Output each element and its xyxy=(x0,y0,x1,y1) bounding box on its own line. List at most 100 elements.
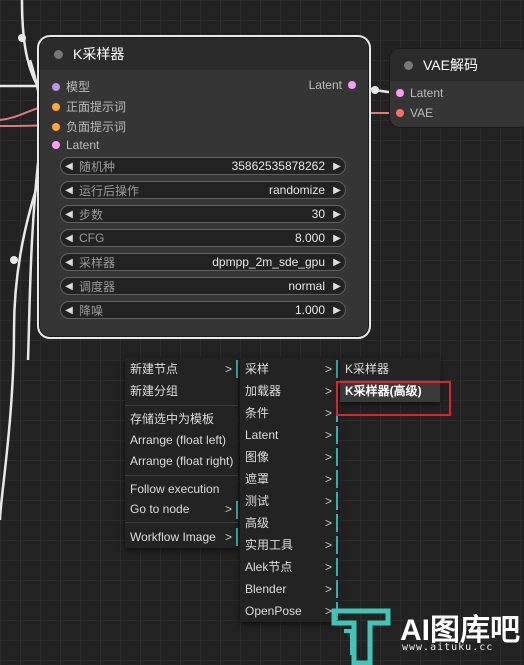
widget-steps[interactable]: ◀ 步数 30 ▶ xyxy=(60,205,346,223)
chevron-right-icon: > xyxy=(224,362,232,376)
menu-item-conditioning[interactable]: 条件 > xyxy=(240,402,338,424)
increment-arrow-icon[interactable]: ▶ xyxy=(329,209,345,220)
widget-value[interactable]: 30 xyxy=(312,207,329,221)
menu-item-utils[interactable]: 实用工具 > xyxy=(240,534,338,556)
input-slot-positive[interactable]: 正面提示词 xyxy=(52,98,126,115)
menu-item-save-as-template[interactable]: 存储选中为模板 xyxy=(125,409,238,430)
chevron-right-icon: > xyxy=(224,502,232,516)
menu-item-label: 测试 xyxy=(245,494,270,508)
input-slot-vae[interactable]: VAE xyxy=(396,106,433,120)
widget-scheduler[interactable]: ◀ 调度器 normal ▶ xyxy=(60,277,346,295)
input-slot-model[interactable]: 模型 xyxy=(52,78,90,95)
latent-output-dot-icon[interactable] xyxy=(348,81,356,89)
menu-item-label: Arrange (float left) xyxy=(130,433,227,447)
menu-item-arrange-right[interactable]: Arrange (float right) xyxy=(125,451,238,472)
menu-item-testing[interactable]: 测试 > xyxy=(240,490,338,512)
widget-label: CFG xyxy=(79,231,105,245)
logo-mark-icon xyxy=(331,608,391,665)
menu-item-label: 条件 xyxy=(245,406,270,420)
widget-denoise[interactable]: ◀ 降噪 1.000 ▶ xyxy=(60,301,346,319)
widget-sampler[interactable]: ◀ 采样器 dpmpp_2m_sde_gpu ▶ xyxy=(60,253,346,271)
widget-value[interactable]: 8.000 xyxy=(295,231,329,245)
menu-item-new-group[interactable]: 新建分组 xyxy=(125,380,238,402)
increment-arrow-icon[interactable]: ▶ xyxy=(329,185,345,196)
menu-item-label: 实用工具 xyxy=(245,538,294,552)
menu-item-arrange-left[interactable]: Arrange (float left) xyxy=(125,430,238,451)
model-slot-dot-icon[interactable] xyxy=(52,82,60,91)
positive-slot-dot-icon[interactable] xyxy=(52,102,60,111)
widget-value[interactable]: 1.000 xyxy=(295,303,329,317)
widget-label: 随机种 xyxy=(79,159,116,174)
chevron-right-icon: > xyxy=(324,450,332,464)
menu-item-blender[interactable]: Blender > xyxy=(240,578,338,600)
menu-divider xyxy=(125,475,238,476)
ksampler-title-bar[interactable]: K采样器 xyxy=(40,38,368,70)
decrement-arrow-icon[interactable]: ◀ xyxy=(61,281,77,292)
menu-item-workflow-image[interactable]: Workflow Image > xyxy=(125,526,238,548)
menu-item-label: Follow execution xyxy=(130,482,220,496)
menu-item-loaders[interactable]: 加载器 > xyxy=(240,380,338,402)
ksampler-title: K采样器 xyxy=(73,46,125,62)
collapse-dot-icon[interactable] xyxy=(54,49,63,59)
widget-value[interactable]: dpmpp_2m_sde_gpu xyxy=(212,255,329,269)
latent-slot-dot-icon[interactable] xyxy=(52,141,60,149)
highlight-box xyxy=(336,381,451,416)
input-slot-negative[interactable]: 负面提示词 xyxy=(52,118,126,135)
increment-arrow-icon[interactable]: ▶ xyxy=(329,233,345,244)
menu-item-new-node[interactable]: 新建节点 > xyxy=(125,358,238,380)
chevron-right-icon: > xyxy=(324,494,332,508)
output-label-latent: Latent xyxy=(308,78,342,92)
menu-item-label: OpenPose xyxy=(245,604,302,618)
menu-item-label: Blender xyxy=(245,582,287,596)
decrement-arrow-icon[interactable]: ◀ xyxy=(61,257,77,268)
watermark-logo: AI图库吧 www.aituku.cc xyxy=(330,605,524,665)
input-slot-latent[interactable]: Latent xyxy=(52,138,99,152)
menu-item-label: K采样器 xyxy=(345,362,390,376)
chevron-right-icon: > xyxy=(324,384,332,398)
submenu-node-categories: 采样 > 加载器 > 条件 > Latent > 图像 > 遮罩 > 测试 > 高级 > 实用工… xyxy=(240,358,338,622)
output-slot-latent[interactable]: Latent xyxy=(309,78,356,92)
menu-item-ksampler[interactable]: K采样器 xyxy=(340,358,440,380)
increment-arrow-icon[interactable]: ▶ xyxy=(329,257,345,268)
input-slot-latent[interactable]: Latent xyxy=(396,86,444,100)
menu-item-label: 图像 xyxy=(245,450,270,464)
ksampler-node[interactable]: K采样器 模型 正面提示词 负面提示词 Latent Latent ◀ 随机种 … xyxy=(37,35,371,339)
menu-item-openpose[interactable]: OpenPose > xyxy=(240,600,338,622)
menu-item-advanced[interactable]: 高级 > xyxy=(240,512,338,534)
widget-value[interactable]: 35862535878262 xyxy=(232,159,329,173)
decrement-arrow-icon[interactable]: ◀ xyxy=(61,161,77,172)
decrement-arrow-icon[interactable]: ◀ xyxy=(61,233,77,244)
vae-decode-title: VAE解码 xyxy=(423,57,478,73)
menu-item-label: Arrange (float right) xyxy=(130,454,234,468)
widget-value[interactable]: randomize xyxy=(269,183,329,197)
increment-arrow-icon[interactable]: ▶ xyxy=(329,281,345,292)
vae-decode-node[interactable]: VAE解码 Latent VAE xyxy=(390,49,524,127)
menu-item-label: 采样 xyxy=(245,362,270,376)
latent-slot-dot-icon[interactable] xyxy=(396,89,404,97)
decrement-arrow-icon[interactable]: ◀ xyxy=(61,305,77,316)
widget-cfg[interactable]: ◀ CFG 8.000 ▶ xyxy=(60,229,346,247)
decrement-arrow-icon[interactable]: ◀ xyxy=(61,209,77,220)
widget-label: 采样器 xyxy=(79,255,116,270)
widget-control-after-generate[interactable]: ◀ 运行后操作 randomize ▶ xyxy=(60,181,346,199)
widget-seed[interactable]: ◀ 随机种 35862535878262 ▶ xyxy=(60,157,346,175)
menu-item-latent[interactable]: Latent > xyxy=(240,424,338,446)
input-label-latent: Latent xyxy=(410,86,444,100)
increment-arrow-icon[interactable]: ▶ xyxy=(329,305,345,316)
menu-item-go-to-node[interactable]: Go to node > xyxy=(125,499,238,519)
collapse-dot-icon[interactable] xyxy=(404,60,413,70)
menu-item-follow-execution[interactable]: Follow execution xyxy=(125,479,238,499)
menu-divider xyxy=(125,405,238,406)
menu-item-mask[interactable]: 遮罩 > xyxy=(240,468,338,490)
menu-item-alek-nodes[interactable]: Alek节点 > xyxy=(240,556,338,578)
negative-slot-dot-icon[interactable] xyxy=(52,122,60,131)
vae-decode-title-bar[interactable]: VAE解码 xyxy=(390,49,524,81)
menu-item-image[interactable]: 图像 > xyxy=(240,446,338,468)
vae-slot-dot-icon[interactable] xyxy=(396,109,404,117)
menu-item-label: 存储选中为模板 xyxy=(130,412,215,426)
menu-item-sampling[interactable]: 采样 > xyxy=(240,358,338,380)
increment-arrow-icon[interactable]: ▶ xyxy=(329,161,345,172)
decrement-arrow-icon[interactable]: ◀ xyxy=(61,185,77,196)
menu-item-label: Alek节点 xyxy=(245,560,293,574)
widget-value[interactable]: normal xyxy=(288,279,329,293)
